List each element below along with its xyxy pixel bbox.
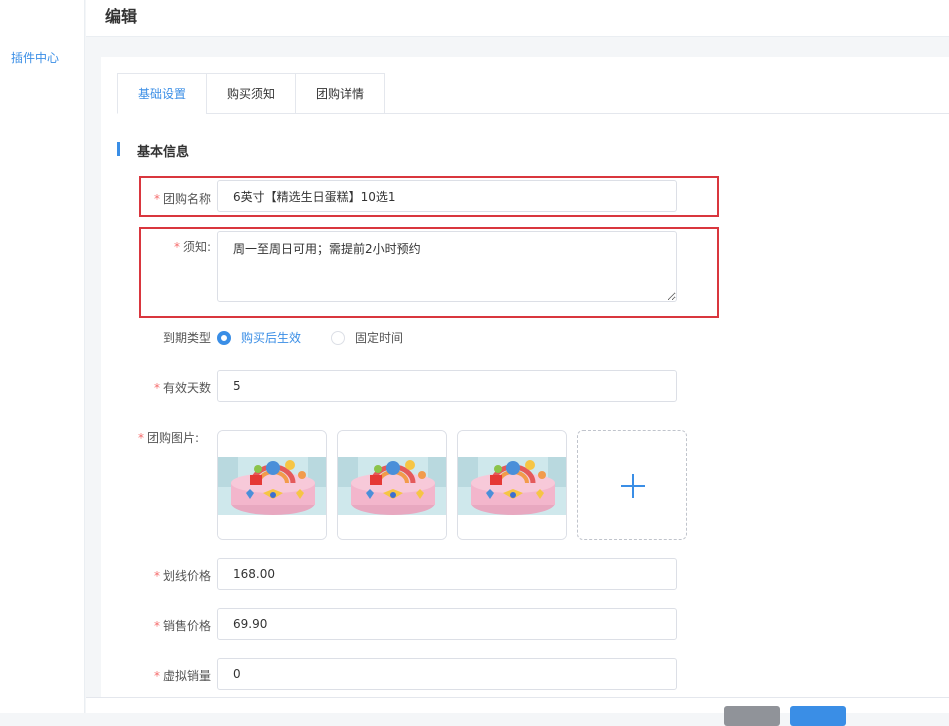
header: 编辑 [86, 0, 949, 37]
sidebar-item-plugin-center[interactable]: 插件中心 [11, 49, 59, 66]
sidebar: 插件中心 [0, 0, 85, 713]
required-mark: * [137, 431, 144, 445]
sale-price-input[interactable] [217, 608, 677, 640]
expire-type-radio-group: 购买后生效 固定时间 [217, 329, 617, 345]
required-mark: * [153, 669, 160, 683]
cake-image-thumbnail[interactable] [217, 430, 327, 540]
cake-image [338, 431, 446, 539]
virtual-sales-input[interactable] [217, 658, 677, 690]
valid-days-label: * 有效天数 [153, 381, 211, 395]
original-price-input[interactable] [217, 558, 677, 590]
image-gallery [217, 430, 689, 540]
radio-indicator [331, 330, 345, 345]
name-label: * 团购名称 [153, 192, 211, 206]
required-mark: * [153, 381, 160, 395]
radio-fixed-time[interactable]: 固定时间 [331, 329, 403, 346]
cake-image-thumbnail[interactable] [457, 430, 567, 540]
notice-label: * 须知: [173, 240, 211, 254]
notice-textarea[interactable]: 周一至周日可用；需提前2小时预约 [217, 231, 677, 302]
sale-price-label: * 销售价格 [153, 619, 211, 633]
save-button[interactable] [790, 706, 846, 726]
required-mark: * [153, 569, 160, 583]
cancel-button[interactable] [724, 706, 780, 726]
cake-image [218, 431, 326, 539]
footer-action-bar [86, 697, 949, 726]
section-accent-bar [117, 142, 120, 156]
tab-bar: 基础设置 购买须知 团购详情 [117, 73, 949, 114]
radio-indicator [217, 330, 231, 345]
valid-days-input[interactable] [217, 370, 677, 402]
group-name-input[interactable] [217, 180, 677, 212]
required-mark: * [153, 192, 160, 206]
upload-image-button[interactable] [577, 430, 687, 540]
edit-card: 基础设置 购买须知 团购详情 基本信息 *团购名称 *须知: 周一至周日可用；需… [101, 57, 949, 697]
required-mark: * [153, 619, 160, 633]
cake-image [458, 431, 566, 539]
tab-purchase-notice[interactable]: 购买须知 [206, 73, 296, 114]
tab-basic-settings[interactable]: 基础设置 [117, 73, 207, 114]
images-label: * 团购图片: [137, 431, 199, 445]
expire-type-label: 到期类型 [162, 331, 211, 345]
section-title: 基本信息 [137, 145, 190, 160]
page-title: 编辑 [105, 7, 138, 26]
virtual-sales-label: * 虚拟销量 [153, 669, 211, 683]
original-price-label: * 划线价格 [153, 569, 211, 583]
radio-effective-after-purchase[interactable]: 购买后生效 [217, 329, 301, 346]
tab-group-details[interactable]: 团购详情 [295, 73, 385, 114]
required-mark: * [173, 240, 180, 254]
cake-image-thumbnail[interactable] [337, 430, 447, 540]
